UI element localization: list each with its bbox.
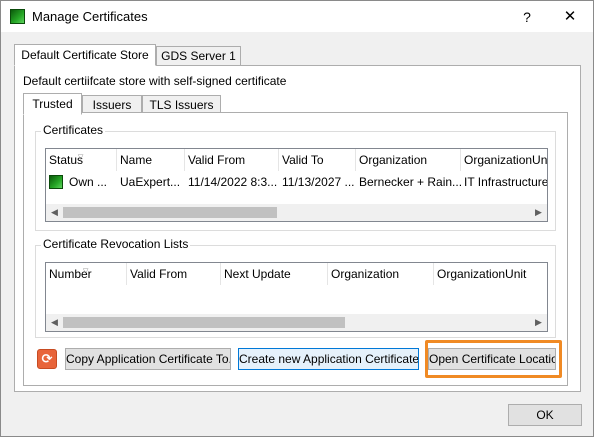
own-certificate-icon: [49, 175, 63, 189]
open-location-highlight: [425, 340, 562, 378]
scroll-left-arrow-icon[interactable]: ◀: [46, 204, 63, 221]
cell-valid-from: 11/14/2022 8:3...: [188, 175, 278, 189]
scroll-right-arrow-icon[interactable]: ▶: [530, 314, 547, 331]
scroll-right-arrow-icon[interactable]: ▶: [530, 204, 547, 221]
certificates-list[interactable]: ▽ Status Name Valid From Valid To Organi…: [45, 148, 548, 222]
cell-name: UaExpert...: [120, 175, 181, 189]
sort-indicator-icon: ▽: [83, 268, 89, 275]
certificates-group-label: Certificates: [41, 123, 106, 137]
column-number[interactable]: ▽ Number: [46, 263, 127, 285]
column-crl-organization[interactable]: Organization: [328, 263, 434, 285]
crl-hscrollbar[interactable]: ◀ ▶: [46, 314, 547, 331]
column-organization[interactable]: Organization: [356, 149, 461, 171]
column-next-update[interactable]: Next Update: [221, 263, 328, 285]
store-description: Default certiifcate store with self-sign…: [23, 74, 287, 88]
tab-gds-server-1[interactable]: GDS Server 1: [156, 46, 241, 66]
tab-default-certificate-store[interactable]: Default Certificate Store: [14, 44, 156, 66]
column-name[interactable]: Name: [117, 149, 185, 171]
column-valid-to[interactable]: Valid To: [279, 149, 356, 171]
column-crl-organization-unit[interactable]: OrganizationUnit: [434, 263, 547, 285]
cell-valid-to: 11/13/2027 ...: [282, 175, 355, 189]
scroll-thumb[interactable]: [63, 317, 345, 328]
help-button[interactable]: ?: [513, 6, 541, 28]
certificate-row[interactable]: Own ... UaExpert... 11/14/2022 8:3... 11…: [46, 172, 548, 192]
refresh-icon[interactable]: ⟳: [37, 349, 57, 369]
sort-indicator-icon: ▽: [78, 154, 84, 161]
cell-organization-unit: IT Infrastructure: [464, 175, 548, 189]
create-application-certificate-button[interactable]: Create new Application Certificate...: [238, 348, 419, 370]
tab-trusted[interactable]: Trusted: [23, 93, 82, 115]
close-button[interactable]: ✕: [556, 6, 584, 28]
column-status[interactable]: ▽ Status: [46, 149, 117, 171]
app-certificate-icon: [10, 9, 25, 24]
scroll-left-arrow-icon[interactable]: ◀: [46, 314, 63, 331]
scroll-thumb[interactable]: [63, 207, 277, 218]
cell-organization: Bernecker + Rain...: [359, 175, 461, 189]
cell-status: Own ...: [69, 175, 108, 189]
title-bar: Manage Certificates ? ✕: [1, 1, 593, 32]
certificates-hscrollbar[interactable]: ◀ ▶: [46, 204, 547, 221]
ok-button[interactable]: OK: [508, 404, 582, 426]
window-title: Manage Certificates: [32, 9, 148, 24]
copy-application-certificate-button[interactable]: Copy Application Certificate To...: [65, 348, 231, 370]
crl-group-label: Certificate Revocation Lists: [41, 237, 191, 251]
column-crl-valid-from[interactable]: Valid From: [127, 263, 221, 285]
column-valid-from[interactable]: Valid From: [185, 149, 279, 171]
crl-list[interactable]: ▽ Number Valid From Next Update Organiza…: [45, 262, 548, 332]
column-organization-unit[interactable]: OrganizationUnit: [461, 149, 547, 171]
manage-certificates-window: Manage Certificates ? ✕ Default Certific…: [0, 0, 594, 437]
